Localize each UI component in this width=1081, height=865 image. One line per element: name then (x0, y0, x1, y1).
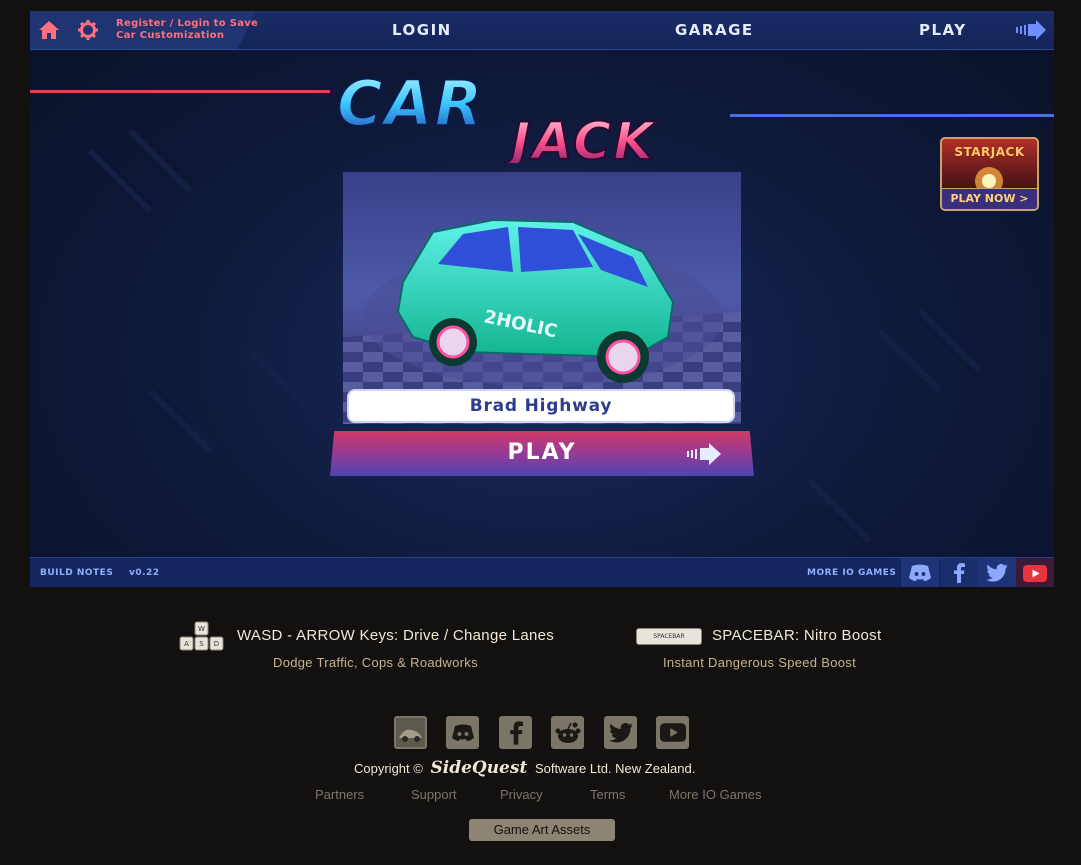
svg-text:CAR: CAR (337, 73, 484, 140)
logo-stripe-left (30, 90, 330, 93)
boost-instructions: SPACEBAR: Nitro Boost (712, 627, 882, 644)
arrow-right-icon[interactable] (1016, 20, 1048, 44)
facebook-icon[interactable] (499, 716, 532, 749)
svg-text:W: W (198, 625, 205, 633)
terms-link[interactable]: Terms (590, 787, 625, 803)
svg-text:D: D (214, 640, 219, 648)
ad-art (975, 167, 1003, 189)
build-notes-link[interactable]: BUILD NOTES (40, 568, 113, 579)
twitter-icon[interactable] (604, 716, 637, 749)
starjack-ad[interactable]: STARJACK PLAY NOW > (940, 137, 1039, 211)
privacy-link[interactable]: Privacy (500, 787, 543, 803)
svg-text:A: A (184, 640, 189, 648)
register-login-link[interactable]: Register / Login to Save Car Customizati… (116, 18, 258, 42)
login-link[interactable]: LOGIN (392, 21, 452, 39)
bottom-bar: BUILD NOTES v0.22 MORE IO GAMES (30, 557, 1054, 587)
car-illustration: 2HOLIC (343, 218, 741, 424)
logo-stripe-right (730, 114, 1054, 117)
drive-instructions: WASD - ARROW Keys: Drive / Change Lanes (237, 627, 555, 644)
car-preview: 2HOLIC (343, 172, 741, 424)
play-button[interactable]: PLAY (330, 431, 754, 476)
car-name-box: Brad Highway (347, 389, 735, 423)
arrow-right-icon (687, 443, 721, 465)
spacebar-key-icon: SPACEBAR (636, 628, 702, 645)
more-io-games-link[interactable]: MORE IO GAMES (807, 568, 896, 579)
game-art-assets-button[interactable]: Game Art Assets (469, 819, 615, 841)
car-jack-logo: CAR JACK (336, 73, 657, 163)
twitter-icon[interactable] (978, 558, 1016, 587)
support-link[interactable]: Support (411, 787, 457, 803)
top-bar: Register / Login to Save Car Customizati… (30, 11, 1054, 50)
garage-link[interactable]: GARAGE (675, 21, 754, 39)
youtube-icon[interactable] (1016, 558, 1054, 587)
game-canvas[interactable]: Register / Login to Save Car Customizati… (30, 11, 1054, 587)
discord-icon[interactable] (901, 558, 939, 587)
front-wheel (429, 318, 477, 366)
gear-icon[interactable] (76, 18, 100, 42)
reddit-icon[interactable] (551, 716, 584, 749)
register-text-line1: Register / Login to Save (116, 18, 259, 29)
copyright-suffix: Software Ltd. New Zealand. (534, 761, 696, 776)
facebook-icon[interactable] (940, 558, 978, 587)
home-icon[interactable] (37, 18, 61, 42)
rear-wheel (597, 331, 649, 383)
sidequest-logo[interactable]: SideQuest (430, 758, 527, 778)
ad-title: STARJACK (954, 145, 1025, 159)
discord-icon[interactable] (446, 716, 479, 749)
boost-subtext: Instant Dangerous Speed Boost (663, 655, 856, 670)
game-thumbnail-icon[interactable] (394, 716, 427, 749)
ad-play-now-button[interactable]: PLAY NOW > (942, 188, 1037, 209)
version-label: v0.22 (129, 568, 160, 578)
more-io-games-footer-link[interactable]: More IO Games (669, 787, 761, 803)
svg-text:S: S (199, 640, 204, 648)
copyright-prefix: Copyright © (354, 761, 423, 776)
svg-text:JACK: JACK (502, 112, 657, 163)
youtube-icon[interactable] (656, 716, 689, 749)
register-text-line2: Car Customization (116, 30, 225, 41)
copyright: Copyright © SideQuest Software Ltd. New … (354, 760, 695, 777)
play-link[interactable]: PLAY (919, 21, 967, 39)
partners-link[interactable]: Partners (315, 787, 364, 803)
wasd-keys-icon: W A S D (179, 621, 225, 657)
drive-subtext: Dodge Traffic, Cops & Roadworks (273, 655, 478, 670)
